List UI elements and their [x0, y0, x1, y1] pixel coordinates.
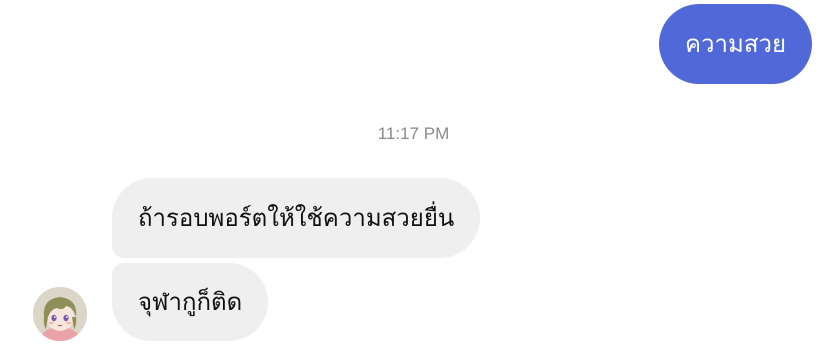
incoming-message-bubble[interactable]: ถ้ารอบพอร์ตให้ใช้ความสวยยื่น: [112, 178, 481, 258]
sender-avatar[interactable]: [33, 287, 87, 341]
anime-character-avatar-icon: [33, 287, 87, 341]
message-text: จุฬากูก็ติด: [138, 288, 243, 316]
message-text: ถ้ารอบพอร์ตให้ใช้ความสวยยื่น: [138, 204, 455, 232]
outgoing-message-bubble[interactable]: ความสวย: [658, 4, 812, 84]
message-timestamp: 11:17 PM: [377, 124, 450, 143]
message-text: ความสวย: [684, 30, 786, 58]
incoming-message-bubble[interactable]: จุฬากูก็ติด: [112, 263, 269, 341]
